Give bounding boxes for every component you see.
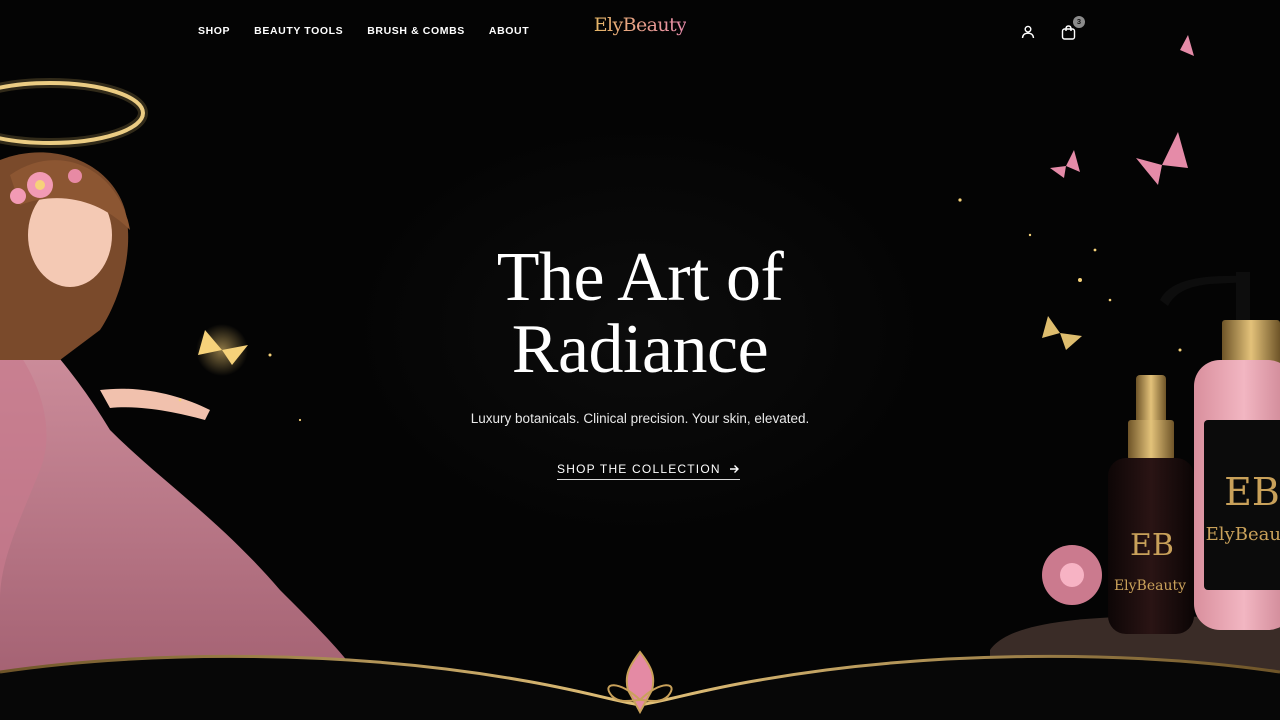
hero-title-line2: Radiance (511, 311, 769, 388)
main-nav: SHOP BEAUTY TOOLS BRUSH & COMBS ABOUT (198, 24, 529, 38)
pump-label: ElyBeauty (1206, 524, 1280, 545)
hero-title-line1: The Art of (496, 239, 784, 316)
cart-button[interactable]: 3 (1057, 16, 1085, 43)
shop-collection-link[interactable]: SHOP THE COLLECTION (557, 462, 740, 480)
nav-brush-combs[interactable]: BRUSH & COMBS (367, 24, 465, 38)
shopping-bag-icon (1061, 24, 1075, 40)
nav-about[interactable]: ABOUT (489, 24, 529, 38)
hero-title: The Art of Radiance (0, 242, 1280, 386)
hero-section: EB ElyBeauty EB ElyBeauty SHOP BEAUTY TO… (0, 0, 1280, 720)
arrow-right-icon (729, 465, 739, 473)
pump-monogram: EB (1224, 470, 1280, 514)
user-icon (1021, 25, 1035, 39)
cart-count-badge: 3 (1073, 16, 1085, 28)
cta-label: SHOP THE COLLECTION (557, 462, 721, 476)
account-button[interactable] (1018, 22, 1038, 42)
dropper-label: ElyBeauty (1114, 578, 1186, 594)
hero-subtitle: Luxury botanicals. Clinical precision. Y… (470, 411, 810, 426)
dropper-monogram: EB (1130, 528, 1174, 563)
nav-beauty-tools[interactable]: BEAUTY TOOLS (254, 24, 343, 38)
brand-logo[interactable]: ElyBeauty (594, 14, 687, 36)
nav-shop[interactable]: SHOP (198, 24, 230, 38)
bottom-ornament (0, 650, 1280, 720)
